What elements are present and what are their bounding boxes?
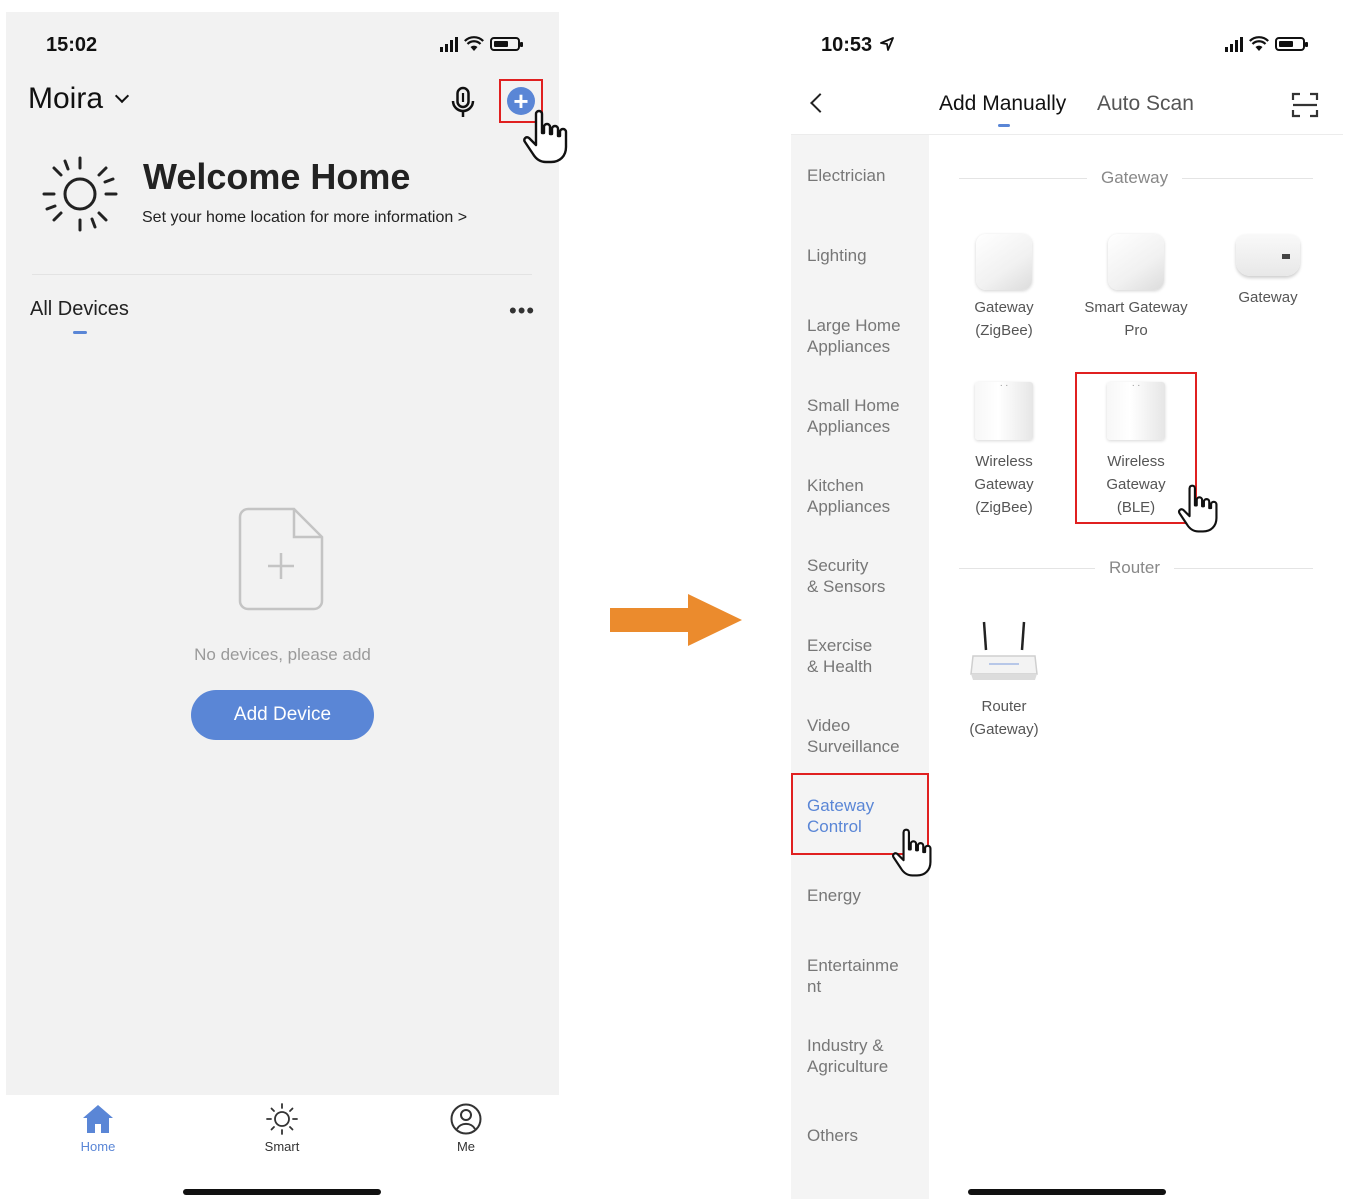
device-name: Wireless Gateway (ZigBee)	[974, 453, 1034, 516]
section-title-gateway: Gateway	[1087, 168, 1183, 188]
device-name: Smart Gateway Pro	[1084, 299, 1188, 339]
home-name: Moira	[28, 82, 104, 115]
category-kitchen-appliances[interactable]: Kitchen Appliances	[807, 475, 925, 517]
signal-icon	[1225, 36, 1243, 52]
home-screen: 15:02 Moira + Welcome Home Set your home…	[6, 12, 568, 1199]
category-entertainment[interactable]: Entertainme nt	[807, 955, 925, 997]
gateway-hub-image	[1236, 234, 1300, 276]
status-icons	[1225, 36, 1308, 52]
tab-label: Smart	[264, 1139, 300, 1154]
battery-icon	[1275, 37, 1308, 51]
set-location-link[interactable]: Set your home location for more informat…	[142, 209, 467, 227]
bottom-tab-bar: Home Smart Me	[6, 1095, 559, 1199]
status-icons	[440, 36, 523, 52]
category-small-home-appliances[interactable]: Small Home Appliances	[807, 395, 925, 437]
back-chevron-icon[interactable]	[810, 93, 830, 113]
router-icon	[970, 621, 1038, 680]
device-gateway[interactable]: Gateway	[1203, 234, 1333, 309]
tab-smart[interactable]: Smart	[242, 1103, 322, 1154]
sun-icon	[266, 1103, 298, 1135]
divider	[32, 274, 532, 275]
status-time: 10:53	[821, 34, 894, 57]
device-name: Gateway	[1238, 289, 1298, 306]
pointing-hand-icon	[523, 109, 568, 164]
pointing-hand-icon	[1178, 484, 1218, 533]
profile-icon	[450, 1103, 482, 1135]
wireless-gateway-image	[975, 378, 1033, 440]
scan-icon[interactable]	[1291, 92, 1319, 118]
tab-all-devices[interactable]: All Devices	[30, 298, 129, 321]
category-exercise-health[interactable]: Exercise & Health	[807, 635, 925, 677]
tab-label: Me	[456, 1139, 476, 1154]
category-energy[interactable]: Energy	[807, 885, 925, 906]
arrow-right-icon	[610, 594, 742, 646]
gateway-device-image	[976, 234, 1032, 290]
chevron-down-icon	[114, 88, 130, 104]
empty-document-icon	[238, 507, 324, 611]
device-wireless-gateway-zigbee[interactable]: WirelessGateway(ZigBee)	[939, 378, 1069, 519]
category-video-surveillance[interactable]: Video Surveillance	[807, 715, 925, 757]
home-icon	[83, 1105, 113, 1133]
tab-underline	[998, 124, 1010, 127]
home-selector[interactable]: Moira	[28, 82, 130, 116]
sun-icon	[42, 156, 118, 232]
add-device-screen: 10:53 Add Manually Auto Scan Electrician…	[791, 12, 1343, 1199]
signal-icon	[440, 36, 458, 52]
welcome-title: Welcome Home	[143, 156, 411, 197]
location-arrow-icon	[879, 37, 894, 51]
category-others[interactable]: Others	[807, 1125, 925, 1146]
tab-home[interactable]: Home	[58, 1103, 138, 1154]
device-router-gateway[interactable]: Router (Gateway)	[939, 620, 1069, 741]
home-indicator	[968, 1189, 1166, 1195]
device-name: Gateway (ZigBee)	[974, 299, 1034, 339]
status-time: 15:02	[46, 34, 98, 56]
section-title-router: Router	[1095, 558, 1175, 578]
category-sidebar: Electrician Lighting Large Home Appliance…	[791, 135, 929, 1199]
device-smart-gateway-pro[interactable]: Smart Gateway Pro	[1071, 234, 1201, 342]
device-name: Router (Gateway)	[969, 698, 1039, 738]
add-device-button[interactable]: Add Device	[191, 690, 374, 740]
tab-auto-scan[interactable]: Auto Scan	[1097, 92, 1194, 116]
gateway-device-image	[1108, 234, 1164, 290]
category-electrician[interactable]: Electrician	[807, 165, 925, 186]
microphone-icon[interactable]	[448, 86, 478, 120]
category-security-sensors[interactable]: Security & Sensors	[807, 555, 925, 597]
home-indicator	[183, 1189, 381, 1195]
wifi-icon	[464, 36, 484, 51]
more-icon[interactable]: •••	[509, 298, 535, 324]
empty-state-text: No devices, please add	[194, 645, 371, 664]
category-lighting[interactable]: Lighting	[807, 245, 925, 266]
tab-add-manually[interactable]: Add Manually	[939, 92, 1066, 116]
tab-underline	[73, 331, 87, 334]
wifi-icon	[1249, 36, 1269, 51]
pointing-hand-icon	[892, 828, 932, 877]
device-gateway-zigbee[interactable]: Gateway (ZigBee)	[939, 234, 1069, 342]
tab-label: Home	[80, 1139, 116, 1154]
tab-me[interactable]: Me	[426, 1103, 506, 1154]
category-large-home-appliances[interactable]: Large Home Appliances	[807, 315, 925, 357]
category-industry-agriculture[interactable]: Industry & Agriculture	[807, 1035, 925, 1077]
battery-icon	[490, 37, 523, 51]
